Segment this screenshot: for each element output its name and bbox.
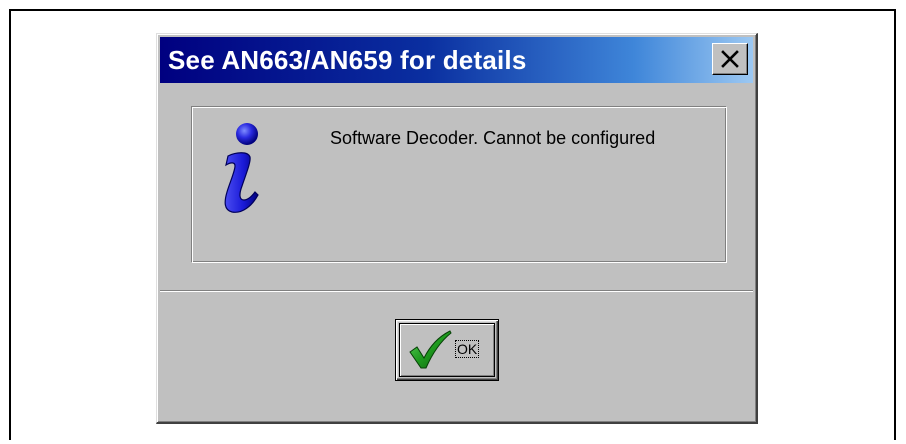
ok-button[interactable]: OK — [395, 319, 499, 381]
message-text: Software Decoder. Cannot be configured — [330, 128, 656, 148]
message-panel: Software Decoder. Cannot be configured — [191, 106, 727, 263]
info-dialog: See AN663/AN659 for details Software Dec… — [156, 33, 758, 424]
dialog-titlebar[interactable]: See AN663/AN659 for details — [160, 37, 753, 83]
ok-button-label: OK — [454, 340, 480, 358]
close-button[interactable] — [712, 43, 748, 75]
info-icon — [224, 123, 259, 213]
dialog-separator — [160, 290, 753, 292]
checkmark-icon — [409, 330, 452, 369]
dialog-title: See AN663/AN659 for details — [168, 44, 527, 75]
close-icon — [721, 50, 739, 68]
